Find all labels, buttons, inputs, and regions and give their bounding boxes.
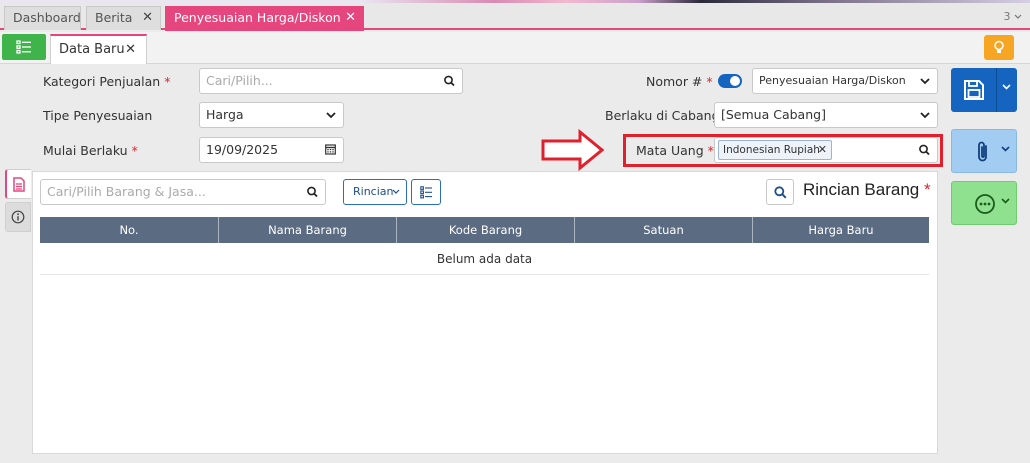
document-icon [13,177,25,192]
tab-count-dropdown[interactable]: 3 [1004,10,1023,23]
rincian-dropdown-button[interactable]: Rincian [343,179,407,205]
cabang-value: [Semua Cabang] [721,107,826,122]
tipe-select[interactable]: Harga [199,102,344,128]
chevron-down-icon [1001,146,1010,152]
mulai-date-input[interactable]: 19/09/2025 [199,137,344,163]
tab-dashboard[interactable]: Dashboard [4,6,81,30]
list-icon [420,186,432,199]
paperclip-icon [978,141,987,162]
attachment-button[interactable] [951,129,1017,173]
chevron-down-icon [1014,14,1022,19]
rincian-label: Rincian [353,185,394,198]
column-header[interactable]: Satuan [575,217,753,243]
tipe-label: Tipe Penyesuaian [43,108,153,123]
list-icon [16,40,31,54]
empty-row: Belum ada data [40,243,929,275]
nomor-select[interactable]: Penyesuaian Harga/Diskon [752,68,938,94]
subtab-label: Data Baru [59,42,125,57]
search-icon [307,186,318,198]
table-header: No. Nama Barang Kode Barang Satuan Harga… [40,217,929,243]
column-list-button[interactable] [411,179,441,205]
tab-count: 3 [1003,10,1011,23]
save-button[interactable] [951,68,1017,112]
calendar-icon [325,144,336,155]
chevron-down-icon [1001,198,1010,204]
close-icon[interactable]: ✕ [142,7,153,29]
search-icon [774,186,787,199]
side-tab-info[interactable] [5,202,31,232]
kategori-label: Kategori Penjualan * [43,74,171,89]
nomor-label: Nomor # * [646,74,713,89]
column-header[interactable]: Kode Barang [397,217,575,243]
tab-berita[interactable]: Berita ✕ [86,6,161,30]
kategori-placeholder: Cari/Pilih... [206,73,273,88]
detail-panel: Cari/Pilih Barang & Jasa... Rincian Rinc… [32,171,938,454]
toggle-knob [730,76,740,86]
tab-label: Berita [95,10,133,25]
arrow-annotation-icon [541,128,605,172]
more-icon [975,194,995,214]
detail-title: Rincian Barang * [803,180,931,199]
cabang-label: Berlaku di Cabang [605,108,720,123]
mulai-value: 19/09/2025 [206,142,279,157]
info-icon [11,210,25,224]
tipe-value: Harga [206,107,244,122]
chevron-down-icon [1002,84,1011,90]
tab-bar: Dashboard Berita ✕ Penyesuaian Harga/Dis… [0,3,1030,31]
empty-message: Belum ada data [436,252,533,266]
sub-toolbar: Data Baru ✕ [0,32,1030,64]
tab-label: Dashboard [13,10,81,25]
kategori-input[interactable]: Cari/Pilih... [199,68,463,94]
tab-label: Penyesuaian Harga/Diskon [174,10,341,25]
tips-button[interactable] [984,35,1014,60]
tab-penyesuaian-harga[interactable]: Penyesuaian Harga/Diskon ✕ [165,6,364,31]
chevron-down-icon [392,189,400,194]
side-tab-document[interactable] [5,169,31,199]
more-options-button[interactable] [951,181,1017,225]
column-header[interactable]: No. [40,217,219,243]
nomor-auto-toggle[interactable] [718,74,742,88]
column-header[interactable]: Nama Barang [219,217,397,243]
column-header[interactable]: Harga Baru [753,217,929,243]
item-search-placeholder: Cari/Pilih Barang & Jasa... [47,184,206,199]
lightbulb-icon [994,40,1004,53]
mulai-label: Mulai Berlaku * [43,143,138,158]
cabang-select[interactable]: [Semua Cabang] [714,102,938,128]
list-view-button[interactable] [2,34,46,60]
item-search-input[interactable]: Cari/Pilih Barang & Jasa... [40,179,326,205]
nomor-value: Penyesuaian Harga/Diskon [759,74,906,87]
close-icon[interactable]: ✕ [345,7,356,29]
chevron-down-icon [326,112,336,119]
detail-search-button[interactable] [766,179,794,205]
split-divider [996,68,997,112]
close-icon[interactable]: ✕ [125,36,136,63]
search-icon [444,75,455,87]
tab-data-baru[interactable]: Data Baru ✕ [50,34,147,64]
chevron-down-icon [920,78,930,85]
chevron-down-icon [920,112,930,119]
save-icon [964,80,984,100]
highlight-box [623,134,943,167]
